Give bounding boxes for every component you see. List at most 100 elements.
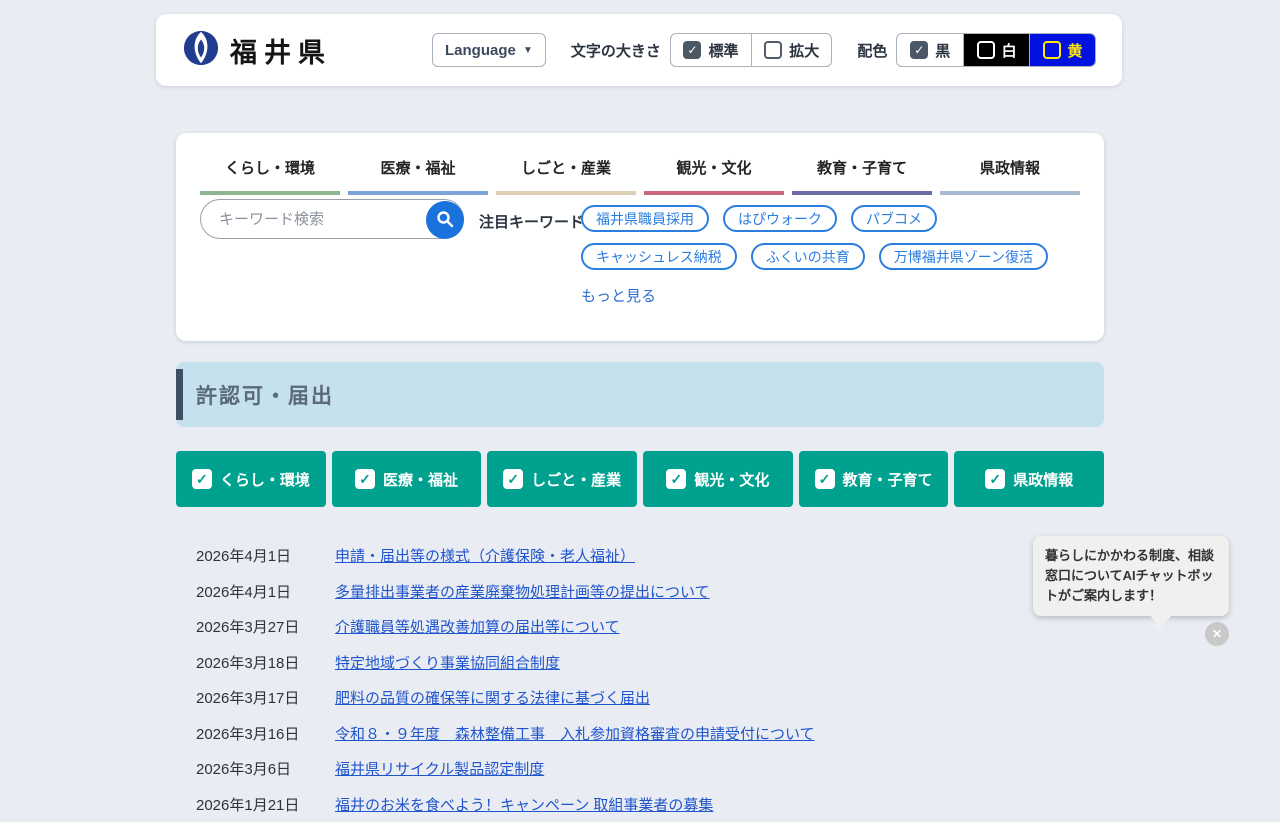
language-label: Language bbox=[445, 42, 516, 59]
category-filter-label: 医療・福祉 bbox=[383, 469, 458, 490]
unchecked-checkbox-icon bbox=[1043, 41, 1061, 59]
color-scheme-yellow-label: 黄 bbox=[1068, 40, 1083, 61]
font-size-toggle-group: ✓ 標準 拡大 bbox=[670, 33, 832, 67]
category-filter-label: くらし・環境 bbox=[220, 469, 310, 490]
news-link[interactable]: 介護職員等処遇改善加算の届出等について bbox=[335, 616, 620, 637]
more-keywords-link[interactable]: もっと見る bbox=[581, 285, 656, 306]
checked-checkbox-icon: ✓ bbox=[985, 469, 1005, 489]
unchecked-checkbox-icon bbox=[977, 41, 995, 59]
close-icon: ✕ bbox=[1212, 627, 1222, 641]
keyword-pill[interactable]: はぴウォーク bbox=[723, 205, 837, 232]
site-header: 福井県 Language ▼ 文字の大きさ ✓ 標準 拡大 配色 ✓ 黒 bbox=[156, 14, 1122, 86]
unchecked-checkbox-icon bbox=[764, 41, 782, 59]
news-date: 2026年1月21日 bbox=[196, 794, 335, 815]
font-size-label: 文字の大きさ bbox=[571, 40, 661, 61]
news-link[interactable]: 福井のお米を食べよう！キャンペーン 取組事業者の募集 bbox=[335, 794, 713, 815]
news-link[interactable]: 特定地域づくり事業協同組合制度 bbox=[335, 652, 560, 673]
keyword-pill[interactable]: キャッシュレス納税 bbox=[581, 243, 737, 270]
chatbot-tooltip-message: 暮らしにかかわる制度、相談窓口についてAIチャットボットがご案内します！ bbox=[1045, 548, 1214, 603]
keyword-pill[interactable]: 万博福井県ゾーン復活 bbox=[879, 243, 1048, 270]
color-scheme-label: 配色 bbox=[857, 40, 887, 61]
category-filter-button[interactable]: ✓ しごと・産業 bbox=[487, 451, 637, 507]
news-link[interactable]: 肥料の品質の確保等に関する法律に基づく届出 bbox=[335, 687, 650, 708]
search-button[interactable] bbox=[426, 201, 464, 239]
chevron-down-icon: ▼ bbox=[523, 45, 533, 56]
section-accent-bar bbox=[176, 369, 183, 420]
news-link[interactable]: 令和８・９年度 森林整備工事 入札参加資格審査の申請受付について bbox=[335, 723, 815, 744]
category-filter-label: 観光・文化 bbox=[694, 469, 769, 490]
featured-keywords-label: 注目キーワード bbox=[479, 211, 584, 232]
category-filter-button[interactable]: ✓ 教育・子育て bbox=[799, 451, 949, 507]
news-row: 2026年3月27日 介護職員等処遇改善加算の届出等について bbox=[196, 609, 1104, 645]
category-filter-button[interactable]: ✓ くらし・環境 bbox=[176, 451, 326, 507]
category-nav: くらし・環境 医療・福祉 しごと・産業 観光・文化 教育・子育て 県政情報 bbox=[200, 147, 1080, 195]
checked-checkbox-icon: ✓ bbox=[503, 469, 523, 489]
nav-tab[interactable]: 観光・文化 bbox=[644, 147, 784, 195]
color-scheme-black-toggle[interactable]: ✓ 黒 bbox=[897, 34, 963, 66]
search-row: 注目キーワード 福井県職員採用 はぴウォーク パブコメ キャッシュレス納税 ふく… bbox=[200, 199, 1080, 329]
color-scheme-yellow-toggle[interactable]: 黄 bbox=[1029, 34, 1095, 66]
news-row: 2026年4月1日 多量排出事業者の産業廃棄物処理計画等の提出について bbox=[196, 574, 1104, 610]
checked-checkbox-icon: ✓ bbox=[815, 469, 835, 489]
news-date: 2026年4月1日 bbox=[196, 581, 335, 602]
nav-tab[interactable]: 医療・福祉 bbox=[348, 147, 488, 195]
color-scheme-white-label: 白 bbox=[1002, 40, 1017, 61]
news-row: 2026年1月21日 福井のお米を食べよう！キャンペーン 取組事業者の募集 bbox=[196, 787, 1104, 822]
page-title: 許認可・届出 bbox=[196, 380, 334, 410]
keyword-pill[interactable]: パブコメ bbox=[851, 205, 937, 232]
nav-tab[interactable]: くらし・環境 bbox=[200, 147, 340, 195]
category-filter-label: 県政情報 bbox=[1013, 469, 1073, 490]
nav-search-card: くらし・環境 医療・福祉 しごと・産業 観光・文化 教育・子育て 県政情報 bbox=[176, 133, 1104, 341]
checked-checkbox-icon: ✓ bbox=[666, 469, 686, 489]
news-list: 2026年4月1日 申請・届出等の様式（介護保険・老人福祉） 2026年4月1日… bbox=[196, 538, 1104, 822]
news-date: 2026年3月27日 bbox=[196, 616, 335, 637]
site-logo[interactable]: 福井県 bbox=[182, 29, 332, 72]
category-filter-label: しごと・産業 bbox=[531, 469, 621, 490]
font-size-large-toggle[interactable]: 拡大 bbox=[751, 34, 831, 66]
news-link[interactable]: 福井県リサイクル製品認定制度 bbox=[335, 758, 544, 779]
tooltip-tail bbox=[1151, 616, 1171, 630]
news-link[interactable]: 多量排出事業者の産業廃棄物処理計画等の提出について bbox=[335, 581, 710, 602]
category-filters: ✓ くらし・環境 ✓ 医療・福祉 ✓ しごと・産業 ✓ 観光・文化 ✓ 教育・子… bbox=[176, 451, 1104, 507]
news-date: 2026年4月1日 bbox=[196, 545, 335, 566]
news-date: 2026年3月18日 bbox=[196, 652, 335, 673]
checked-checkbox-icon: ✓ bbox=[683, 41, 701, 59]
nav-tab[interactable]: 教育・子育て bbox=[792, 147, 932, 195]
news-link[interactable]: 申請・届出等の様式（介護保険・老人福祉） bbox=[335, 545, 635, 566]
news-row: 2026年4月1日 申請・届出等の様式（介護保険・老人福祉） bbox=[196, 538, 1104, 574]
font-size-large-label: 拡大 bbox=[789, 40, 819, 61]
chatbot-tooltip: 暮らしにかかわる制度、相談窓口についてAIチャットボットがご案内します！ bbox=[1033, 536, 1229, 616]
language-selector[interactable]: Language ▼ bbox=[432, 33, 546, 67]
color-scheme-toggle-group: ✓ 黒 白 黄 bbox=[896, 33, 1096, 67]
keyword-pill[interactable]: 福井県職員採用 bbox=[581, 205, 709, 232]
news-date: 2026年3月6日 bbox=[196, 758, 335, 779]
keyword-pill[interactable]: ふくいの共育 bbox=[751, 243, 865, 270]
nav-tab[interactable]: しごと・産業 bbox=[496, 147, 636, 195]
color-scheme-white-toggle[interactable]: 白 bbox=[963, 34, 1029, 66]
news-row: 2026年3月18日 特定地域づくり事業協同組合制度 bbox=[196, 645, 1104, 681]
checked-checkbox-icon: ✓ bbox=[192, 469, 212, 489]
fukui-emblem-icon bbox=[182, 29, 220, 72]
category-filter-button[interactable]: ✓ 観光・文化 bbox=[643, 451, 793, 507]
font-size-standard-toggle[interactable]: ✓ 標準 bbox=[671, 34, 751, 66]
news-date: 2026年3月16日 bbox=[196, 723, 335, 744]
category-filter-button[interactable]: ✓ 医療・福祉 bbox=[332, 451, 482, 507]
search-icon bbox=[436, 210, 454, 231]
news-row: 2026年3月6日 福井県リサイクル製品認定制度 bbox=[196, 751, 1104, 787]
page: 福井県 Language ▼ 文字の大きさ ✓ 標準 拡大 配色 ✓ 黒 bbox=[0, 0, 1280, 800]
nav-tab[interactable]: 県政情報 bbox=[940, 147, 1080, 195]
keyword-pills: 福井県職員採用 はぴウォーク パブコメ キャッシュレス納税 ふくいの共育 万博福… bbox=[581, 205, 1081, 270]
checked-checkbox-icon: ✓ bbox=[910, 41, 928, 59]
chatbot-close-button[interactable]: ✕ bbox=[1205, 622, 1229, 646]
checked-checkbox-icon: ✓ bbox=[355, 469, 375, 489]
section-title-bar: 許認可・届出 bbox=[176, 362, 1104, 427]
search-box bbox=[200, 199, 464, 239]
search-input[interactable] bbox=[201, 200, 463, 238]
site-title: 福井県 bbox=[230, 31, 332, 70]
category-filter-button[interactable]: ✓ 県政情報 bbox=[954, 451, 1104, 507]
color-scheme-black-label: 黒 bbox=[935, 40, 950, 61]
category-filter-label: 教育・子育て bbox=[843, 469, 933, 490]
font-size-standard-label: 標準 bbox=[708, 40, 738, 61]
news-row: 2026年3月17日 肥料の品質の確保等に関する法律に基づく届出 bbox=[196, 680, 1104, 716]
news-row: 2026年3月16日 令和８・９年度 森林整備工事 入札参加資格審査の申請受付に… bbox=[196, 716, 1104, 752]
